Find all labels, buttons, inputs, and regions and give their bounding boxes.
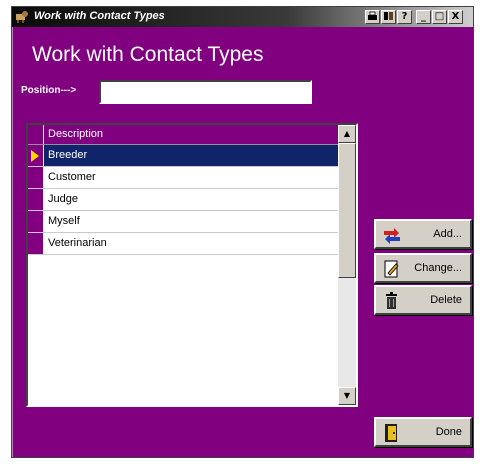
scroll-down-icon[interactable]: ▼ bbox=[338, 387, 356, 405]
cell-description[interactable]: Breeder bbox=[44, 145, 338, 166]
contact-types-grid[interactable]: Description Breeder Customer Judge Mysel… bbox=[26, 123, 358, 407]
table-row[interactable]: Breeder bbox=[28, 145, 338, 167]
current-row-arrow-icon bbox=[31, 150, 39, 162]
table-row[interactable]: Customer bbox=[28, 167, 338, 189]
window-title: Work with Contact Types bbox=[34, 10, 165, 22]
row-selector[interactable] bbox=[28, 233, 44, 254]
change-button[interactable]: Change... bbox=[374, 253, 472, 283]
trash-icon bbox=[386, 292, 397, 309]
cell-description[interactable]: Customer bbox=[44, 167, 338, 188]
scroll-up-icon[interactable]: ▲ bbox=[338, 125, 356, 143]
change-button-label: Change... bbox=[414, 262, 462, 274]
row-selector[interactable] bbox=[28, 211, 44, 232]
table-row[interactable]: Veterinarian bbox=[28, 233, 338, 255]
delete-button-label: Delete bbox=[430, 294, 462, 306]
cell-description[interactable]: Veterinarian bbox=[44, 233, 338, 254]
add-button-label: Add... bbox=[433, 228, 462, 240]
column-header-description[interactable]: Description bbox=[44, 125, 338, 144]
done-button-label: Done bbox=[435, 426, 462, 438]
grid-header: Description bbox=[28, 125, 338, 145]
print-icon[interactable] bbox=[365, 10, 380, 24]
close-button[interactable]: X bbox=[448, 10, 463, 24]
row-selector[interactable] bbox=[28, 167, 44, 188]
app-dog-icon bbox=[16, 11, 28, 23]
main-window: Work with Contact Types ? _ □ X Work wit… bbox=[11, 6, 474, 458]
add-icon bbox=[384, 228, 400, 244]
table-row[interactable]: Judge bbox=[28, 189, 338, 211]
row-selector-header bbox=[28, 125, 44, 144]
maximize-button[interactable]: □ bbox=[432, 10, 447, 24]
minimize-button[interactable]: _ bbox=[416, 10, 431, 24]
position-input[interactable] bbox=[99, 80, 312, 104]
row-selector[interactable] bbox=[28, 145, 44, 166]
row-selector[interactable] bbox=[28, 189, 44, 210]
position-label: Position---> bbox=[21, 85, 77, 96]
done-button[interactable]: Done bbox=[374, 417, 472, 447]
add-button[interactable]: Add... bbox=[374, 219, 472, 249]
title-bar[interactable]: Work with Contact Types ? _ □ X bbox=[12, 7, 473, 27]
page-title: Work with Contact Types bbox=[32, 43, 264, 66]
scroll-thumb[interactable] bbox=[338, 143, 356, 278]
cell-description[interactable]: Judge bbox=[44, 189, 338, 210]
delete-button[interactable]: Delete bbox=[374, 285, 472, 315]
table-row[interactable]: Myself bbox=[28, 211, 338, 233]
book-icon[interactable] bbox=[381, 10, 396, 24]
door-exit-icon bbox=[385, 424, 397, 442]
cell-description[interactable]: Myself bbox=[44, 211, 338, 232]
change-icon bbox=[384, 260, 399, 278]
help-button[interactable]: ? bbox=[397, 10, 412, 24]
vertical-scrollbar[interactable]: ▲ ▼ bbox=[338, 125, 356, 405]
